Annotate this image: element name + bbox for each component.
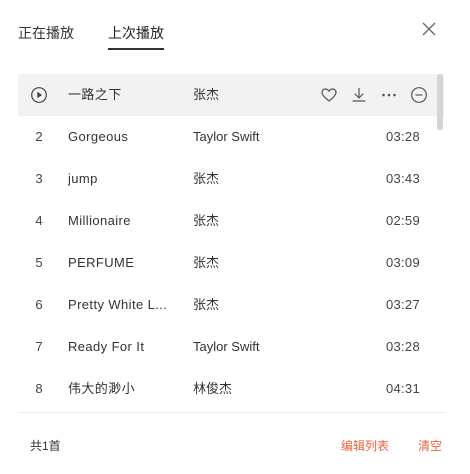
track-row[interactable]: 7 Ready For It Taylor Swift 03:28 (18, 326, 444, 368)
track-duration: 03:28 (385, 339, 420, 354)
track-title: Pretty White L... (68, 297, 168, 312)
track-number: 6 (35, 297, 43, 312)
track-artist[interactable]: 张杰 (193, 242, 303, 284)
track-number: 2 (35, 129, 43, 144)
heart-icon (321, 88, 337, 102)
track-artist[interactable]: Taylor Swift (193, 326, 303, 368)
remove-circle-icon (411, 87, 427, 103)
tab-last-played[interactable]: 上次播放 (108, 24, 164, 50)
more-icon (382, 93, 396, 97)
playlist-panel: 正在播放 上次播放 一路之下 张杰 2 Gorgeous Taylor Swif… (0, 0, 470, 474)
track-row[interactable]: 2 Gorgeous Taylor Swift 03:28 (18, 116, 444, 158)
track-number: 8 (35, 381, 43, 396)
track-title: Gorgeous (68, 129, 129, 144)
track-title: 伟大的渺小 (68, 381, 136, 396)
track-artist[interactable]: 张杰 (193, 158, 303, 200)
track-duration: 02:59 (385, 213, 420, 228)
track-duration: 03:09 (385, 255, 420, 270)
track-row-current[interactable]: 一路之下 张杰 (18, 74, 444, 116)
track-row[interactable]: 8 伟大的渺小 林俊杰 04:31 (18, 368, 444, 410)
like-button[interactable] (320, 86, 338, 104)
track-artist[interactable]: Taylor Swift (193, 116, 303, 158)
download-icon (352, 87, 366, 102)
close-icon (422, 22, 436, 36)
track-title: jump (68, 171, 98, 186)
play-circle-icon (31, 87, 47, 103)
track-title: Ready For It (68, 339, 145, 354)
tab-now-playing[interactable]: 正在播放 (18, 24, 74, 50)
track-list: 一路之下 张杰 2 Gorgeous Taylor Swift 03:28 3 … (18, 74, 444, 413)
track-title: Millionaire (68, 213, 131, 228)
close-button[interactable] (420, 20, 438, 38)
track-title: PERFUME (68, 255, 135, 270)
play-button[interactable] (30, 86, 48, 104)
download-button[interactable] (350, 86, 368, 104)
track-number: 5 (35, 255, 43, 270)
track-number: 7 (35, 339, 43, 354)
edit-list-button[interactable]: 编辑列表 (341, 438, 389, 454)
scrollbar-thumb[interactable] (437, 74, 443, 130)
track-artist[interactable]: 张杰 (193, 74, 303, 116)
track-title: 一路之下 (68, 87, 122, 102)
track-row[interactable]: 3 jump 张杰 03:43 (18, 158, 444, 200)
track-number: 4 (35, 213, 43, 228)
track-number: 3 (35, 171, 43, 186)
track-artist[interactable]: 张杰 (193, 200, 303, 242)
track-duration: 03:28 (385, 129, 420, 144)
more-button[interactable] (380, 86, 398, 104)
row-actions (320, 86, 428, 104)
track-row[interactable]: 6 Pretty White L... 张杰 03:27 (18, 284, 444, 326)
track-duration: 03:27 (385, 297, 420, 312)
track-count: 共1首 (30, 439, 61, 453)
track-duration: 03:43 (385, 171, 420, 186)
track-artist[interactable]: 张杰 (193, 284, 303, 326)
track-row[interactable]: 4 Millionaire 张杰 02:59 (18, 200, 444, 242)
clear-button[interactable]: 清空 (418, 438, 442, 454)
track-row[interactable]: 5 PERFUME 张杰 03:09 (18, 242, 444, 284)
tab-bar: 正在播放 上次播放 (18, 24, 164, 52)
remove-button[interactable] (410, 86, 428, 104)
track-duration: 04:31 (385, 381, 420, 396)
track-artist[interactable]: 林俊杰 (193, 368, 303, 410)
